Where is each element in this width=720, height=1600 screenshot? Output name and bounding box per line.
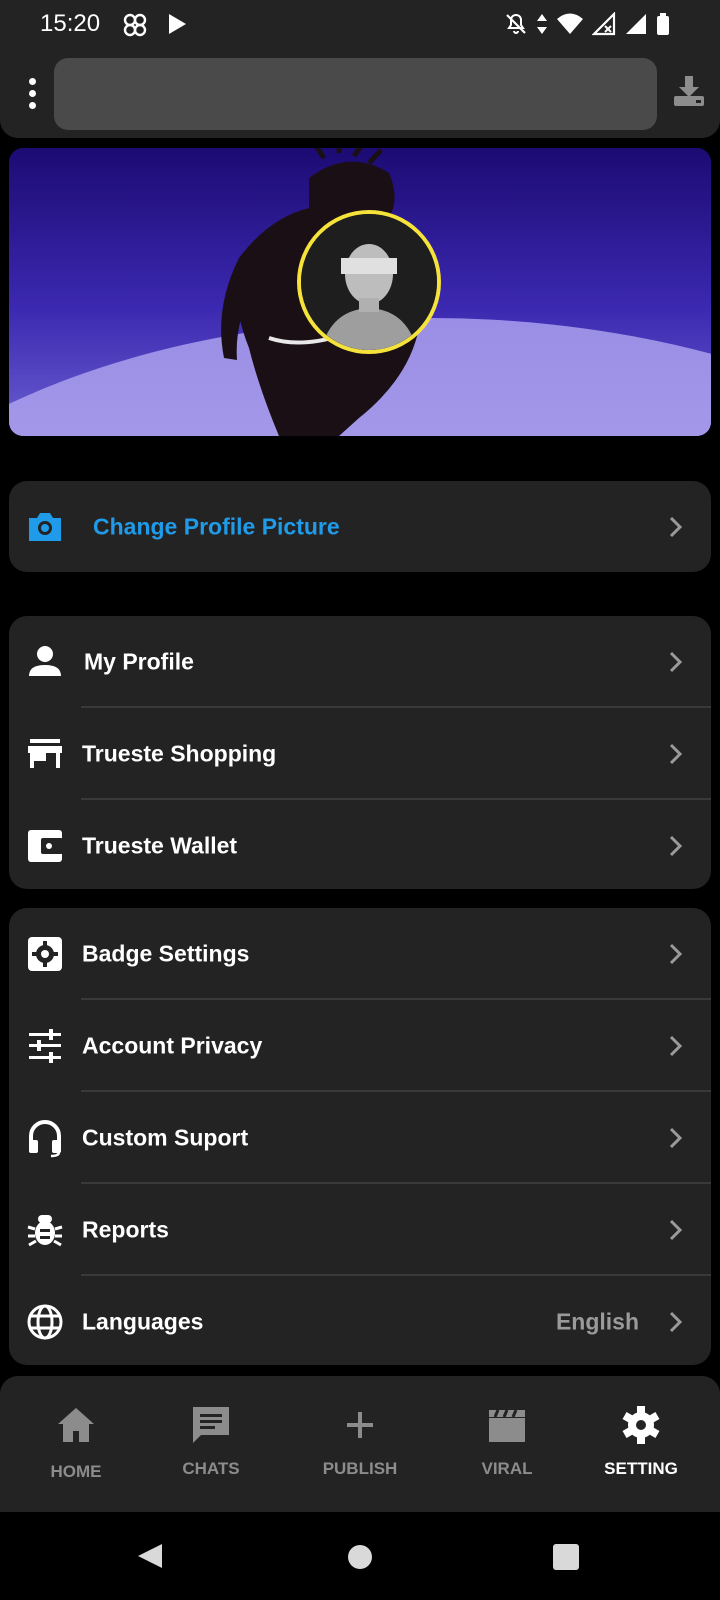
language-value: English	[555, 1308, 639, 1335]
bottom-navigation: HOME CHATS PUBLISH VIRAL SETTING	[0, 1376, 720, 1512]
nav-publish[interactable]: PUBLISH	[300, 1376, 420, 1512]
my-profile-item[interactable]: My Profile	[9, 616, 711, 708]
badge-settings-label: Badge Settings	[82, 940, 250, 967]
person-icon	[29, 646, 61, 676]
chevron-right-icon	[669, 835, 683, 857]
battery-icon	[657, 13, 669, 35]
recents-icon[interactable]	[553, 1544, 579, 1570]
avatar-image	[301, 214, 437, 350]
settings-icon	[622, 1406, 660, 1444]
status-bar: 15:20	[0, 0, 720, 48]
play-icon	[169, 14, 186, 34]
badge-settings-item[interactable]: Badge Settings	[9, 908, 711, 1000]
plus-icon	[347, 1412, 373, 1438]
nav-viral[interactable]: VIRAL	[447, 1376, 567, 1512]
back-icon[interactable]	[136, 1542, 164, 1570]
nav-setting[interactable]: SETTING	[581, 1376, 701, 1512]
reports-item[interactable]: Reports	[9, 1184, 711, 1276]
trueste-wallet-label: Trueste Wallet	[82, 832, 238, 859]
search-input[interactable]	[54, 58, 657, 130]
trueste-shopping-label: Trueste Shopping	[82, 740, 277, 767]
trueste-wallet-item[interactable]: Trueste Wallet	[9, 800, 711, 892]
nav-home[interactable]: HOME	[16, 1376, 136, 1512]
chevron-right-icon	[669, 1035, 683, 1057]
languages-item[interactable]: Languages English	[9, 1276, 711, 1368]
avatar[interactable]	[297, 210, 441, 354]
my-profile-label: My Profile	[84, 648, 194, 675]
home-circle-icon[interactable]	[347, 1544, 373, 1570]
change-picture-card: Change Profile Picture	[9, 481, 711, 572]
clapperboard-icon	[489, 1409, 525, 1442]
chevron-right-icon	[669, 943, 683, 965]
sliders-icon	[29, 1029, 61, 1063]
camera-icon	[29, 512, 61, 541]
custom-support-item[interactable]: Custom Suport	[9, 1092, 711, 1184]
nav-publish-label: PUBLISH	[322, 1459, 398, 1478]
nav-setting-label: SETTING	[604, 1459, 678, 1478]
pinwheel-icon	[123, 13, 147, 37]
wifi-icon	[557, 13, 583, 34]
headset-icon	[29, 1120, 61, 1158]
bug-icon	[27, 1215, 63, 1247]
top-app-bar	[0, 48, 720, 138]
chevron-right-icon	[669, 1127, 683, 1149]
chat-icon	[193, 1407, 229, 1443]
nav-chats-label: CHATS	[182, 1459, 240, 1478]
nav-home-label: HOME	[50, 1462, 102, 1481]
download-icon[interactable]	[672, 74, 706, 108]
signal-x-icon	[592, 12, 616, 36]
home-icon	[58, 1408, 94, 1442]
chevron-right-icon	[669, 651, 683, 673]
globe-icon	[27, 1304, 63, 1340]
more-vertical-icon[interactable]	[22, 78, 42, 110]
nav-chats[interactable]: CHATS	[151, 1376, 271, 1512]
chevron-right-icon	[669, 516, 683, 537]
languages-label: Languages	[82, 1308, 204, 1335]
badge-gear-icon	[28, 937, 62, 971]
signal-icon	[626, 14, 646, 34]
trueste-shopping-item[interactable]: Trueste Shopping	[9, 708, 711, 800]
status-time: 15:20	[40, 10, 101, 37]
account-privacy-label: Account Privacy	[82, 1032, 263, 1059]
chevron-right-icon	[669, 1311, 683, 1333]
custom-support-label: Custom Suport	[82, 1124, 249, 1151]
chevron-right-icon	[669, 743, 683, 765]
reports-label: Reports	[82, 1216, 169, 1243]
settings-group: Badge Settings Account Privacy Custom Su…	[9, 908, 711, 1365]
change-profile-picture-button[interactable]: Change Profile Picture	[9, 481, 711, 572]
change-profile-picture-label: Change Profile Picture	[93, 513, 340, 539]
notifications-off-icon	[506, 13, 526, 34]
account-group: My Profile Trueste Shopping Trueste Wall…	[9, 616, 711, 889]
data-arrows-icon	[537, 14, 547, 34]
account-privacy-item[interactable]: Account Privacy	[9, 1000, 711, 1092]
wallet-icon	[28, 830, 63, 862]
store-icon	[28, 739, 62, 768]
chevron-right-icon	[669, 1219, 683, 1241]
nav-viral-label: VIRAL	[481, 1459, 533, 1478]
system-navigation-bar	[0, 1512, 720, 1600]
